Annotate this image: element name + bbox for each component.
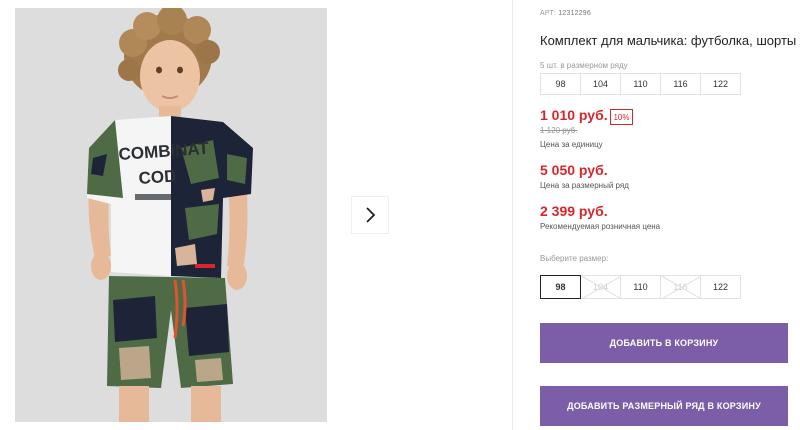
product-page: COMBINAT COD АРТ: 12312296 Комплект для … [0, 0, 800, 430]
size-row-item: 98 [540, 73, 581, 95]
discount-badge: 10% [610, 109, 633, 125]
product-info-panel: АРТ: 12312296 Комплект для мальчика: фут… [540, 0, 800, 430]
old-price: 1 120 руб. [540, 126, 578, 135]
product-photo[interactable]: COMBINAT COD [15, 8, 327, 422]
size-option-116: 116 [660, 275, 701, 299]
size-option-98[interactable]: 98 [540, 275, 581, 299]
size-row-item: 110 [620, 73, 661, 95]
size-row-list: 98 104 110 116 122 [540, 73, 741, 95]
add-size-row-to-cart-button[interactable]: ДОБАВИТЬ РАЗМЕРНЫЙ РЯД В КОРЗИНУ [540, 386, 788, 426]
size-row-item: 104 [580, 73, 621, 95]
size-row-item: 122 [700, 73, 741, 95]
size-picker: 98 104 110 116 122 [540, 275, 741, 299]
unit-price: 1 010 руб. [540, 107, 608, 123]
chevron-right-icon [366, 207, 376, 223]
size-row-count: 5 шт. в размерном ряду [540, 61, 628, 70]
size-option-110[interactable]: 110 [620, 275, 661, 299]
size-row-price-label: Цена за размерный ряд [540, 181, 629, 190]
size-option-122[interactable]: 122 [700, 275, 741, 299]
size-option-104: 104 [580, 275, 621, 299]
article-number: АРТ: 12312296 [540, 10, 591, 17]
recommended-price-label: Рекомендуемая розничная цена [540, 222, 661, 231]
size-row-price: 5 050 руб. [540, 162, 608, 178]
product-photo-illustration: COMBINAT COD [15, 8, 327, 422]
unit-price-label: Цена за единицу [540, 140, 603, 149]
shirt-print-line2: COD [138, 166, 177, 188]
add-to-cart-button[interactable]: ДОБАВИТЬ В КОРЗИНУ [540, 323, 788, 363]
article-label: АРТ: [540, 10, 557, 17]
recommended-price: 2 399 руб. [540, 203, 608, 219]
product-title: Комплект для мальчика: футболка, шорты [540, 33, 797, 48]
product-gallery: COMBINAT COD [0, 0, 512, 430]
choose-size-label: Выберите размер: [540, 254, 609, 263]
column-divider [512, 0, 513, 430]
size-row-item: 116 [660, 73, 701, 95]
gallery-next-button[interactable] [351, 196, 389, 234]
article-value: 12312296 [558, 10, 591, 17]
